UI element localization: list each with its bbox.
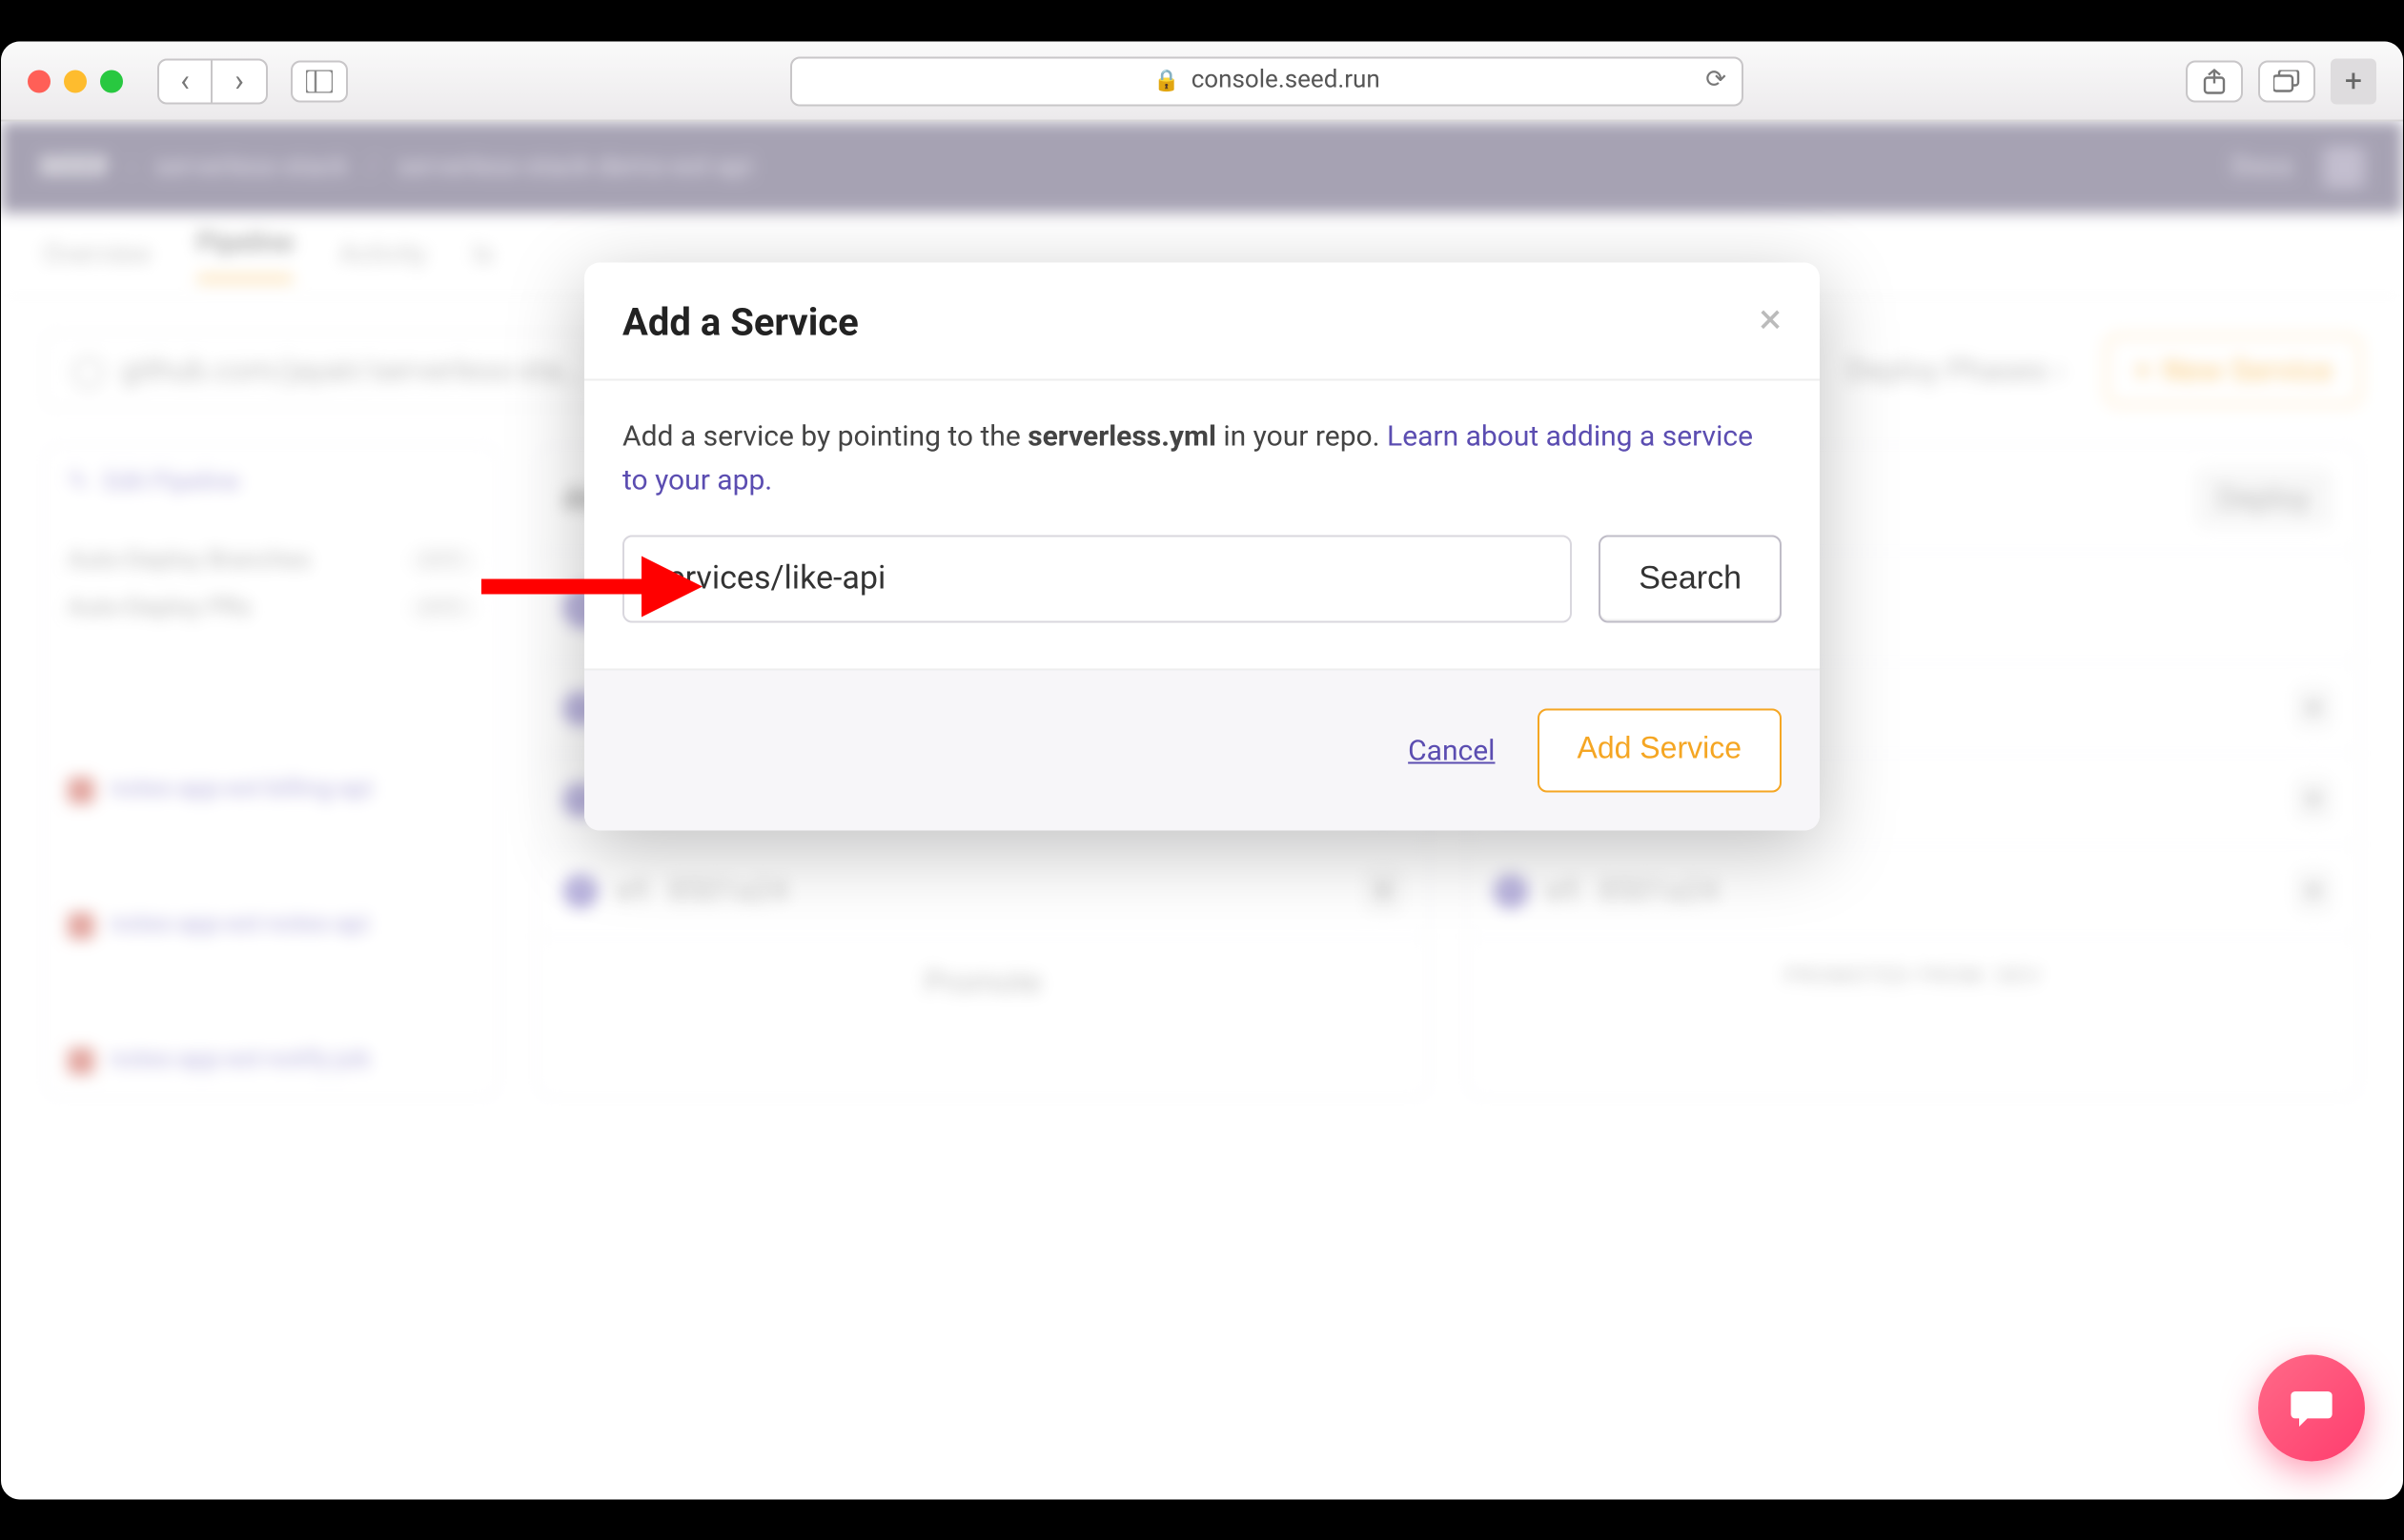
reload-icon[interactable]: ⟳ [1705,66,1726,94]
browser-right-tools: + [2186,57,2376,103]
url-text: console.seed.run [1192,66,1380,94]
nav-buttons: ‹ › [157,57,268,103]
browser-window: ‹ › 🔒 console.seed.run ⟳ + SEED [1,41,2403,1499]
search-button[interactable]: Search [1599,535,1782,622]
modal-body: Add a service by pointing to the serverl… [584,380,1820,668]
lock-icon: 🔒 [1153,68,1179,92]
browser-toolbar: ‹ › 🔒 console.seed.run ⟳ + [1,41,2403,121]
modal-title: Add a Service [622,297,859,343]
minimize-window-icon[interactable] [64,69,87,91]
add-service-button[interactable]: Add Service [1537,708,1782,792]
add-service-modal: Add a Service × Add a service by pointin… [584,262,1820,830]
service-path-input[interactable] [622,535,1572,622]
tabs-button[interactable] [2258,59,2315,101]
new-tab-button[interactable]: + [2331,57,2376,103]
sidebar-toggle-button[interactable] [291,59,348,101]
window-controls [28,69,123,91]
cancel-button[interactable]: Cancel [1408,733,1495,767]
chat-fab[interactable] [2258,1354,2365,1461]
close-window-icon[interactable] [28,69,51,91]
share-button[interactable] [2186,59,2243,101]
close-icon[interactable]: × [1760,296,1783,344]
back-button[interactable]: ‹ [159,59,213,101]
forward-button[interactable]: › [213,59,266,101]
maximize-window-icon[interactable] [100,69,123,91]
url-bar[interactable]: 🔒 console.seed.run ⟳ [790,55,1743,105]
